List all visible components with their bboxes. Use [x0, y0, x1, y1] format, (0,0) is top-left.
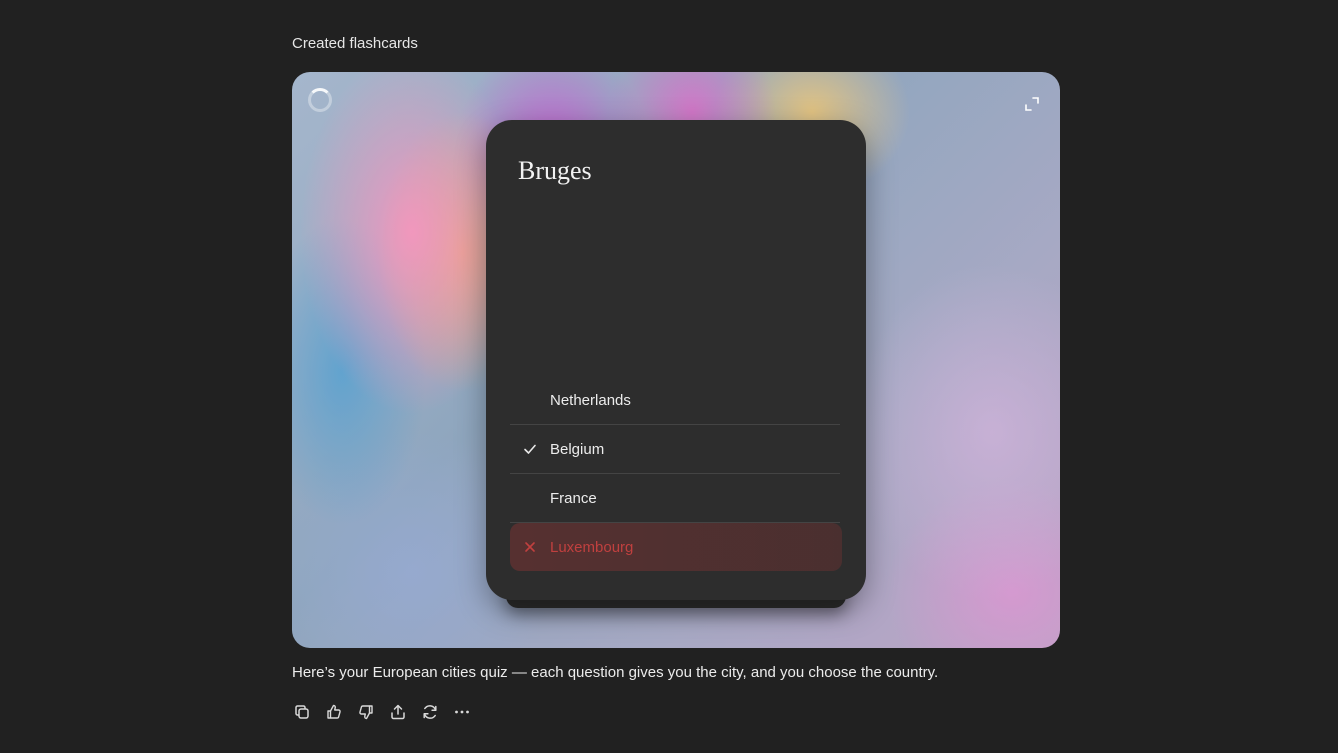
share-button[interactable]	[386, 700, 410, 724]
copy-icon	[293, 703, 311, 721]
thumbs-up-icon	[325, 703, 343, 721]
option-label: Luxembourg	[550, 538, 634, 556]
check-icon	[510, 442, 550, 456]
loading-spinner-icon	[308, 88, 332, 112]
copy-button[interactable]	[290, 700, 314, 724]
option-label: France	[550, 489, 597, 507]
created-flashcards-label: Created flashcards	[292, 35, 418, 52]
flashcard: Bruges Netherlands Belgium France Luxemb…	[486, 120, 866, 600]
option-netherlands[interactable]: Netherlands	[510, 376, 840, 425]
answer-options: Netherlands Belgium France Luxembourg	[510, 376, 842, 571]
option-label: Netherlands	[550, 391, 631, 409]
share-icon	[389, 703, 407, 721]
expand-button[interactable]	[1020, 92, 1044, 116]
expand-icon	[1025, 97, 1039, 111]
chat-page: Created flashcards Bruges Netherlands Be…	[0, 0, 1338, 753]
more-icon	[453, 703, 471, 721]
thumbs-down-button[interactable]	[354, 700, 378, 724]
x-mark-icon	[510, 540, 550, 554]
option-luxembourg[interactable]: Luxembourg	[510, 523, 842, 571]
thumbs-down-icon	[357, 703, 375, 721]
more-button[interactable]	[450, 700, 474, 724]
option-france[interactable]: France	[510, 474, 840, 523]
thumbs-up-button[interactable]	[322, 700, 346, 724]
message-actions	[290, 700, 474, 724]
regenerate-icon	[421, 703, 439, 721]
assistant-message: Here’s your European cities quiz — each …	[292, 664, 939, 681]
option-belgium[interactable]: Belgium	[510, 425, 840, 474]
regenerate-button[interactable]	[418, 700, 442, 724]
flashcard-city: Bruges	[518, 156, 592, 185]
option-label: Belgium	[550, 440, 605, 458]
